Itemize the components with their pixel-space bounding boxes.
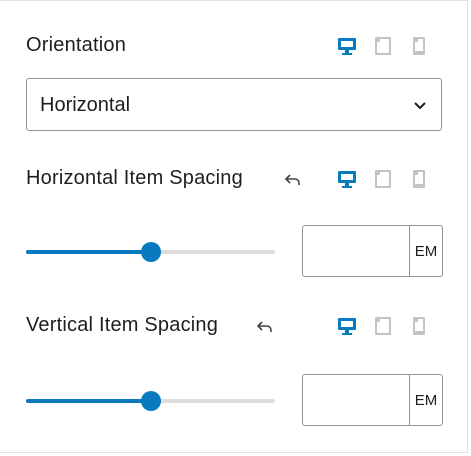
horizontal-spacing-range-row: EM xyxy=(26,225,443,279)
vertical-spacing-input[interactable] xyxy=(302,374,409,426)
orientation-label-row: Orientation xyxy=(26,31,442,61)
horizontal-spacing-slider-track[interactable] xyxy=(26,242,275,262)
desktop-icon[interactable] xyxy=(336,315,358,337)
horizontal-spacing-input[interactable] xyxy=(302,225,409,277)
horizontal-spacing-control: Horizontal Item Spacing EM xyxy=(26,164,443,279)
horizontal-spacing-slider-fill xyxy=(26,250,151,254)
orientation-select-value: Horizontal xyxy=(40,94,131,116)
orientation-device-switcher xyxy=(336,35,430,57)
horizontal-spacing-device-switcher xyxy=(336,168,430,190)
vertical-spacing-device-switcher xyxy=(336,315,430,337)
vertical-spacing-control: Vertical Item Spacing EM xyxy=(26,311,443,428)
mobile-icon[interactable] xyxy=(408,35,430,57)
vertical-spacing-label-row: Vertical Item Spacing xyxy=(26,311,442,341)
tablet-icon[interactable] xyxy=(372,35,394,57)
mobile-icon[interactable] xyxy=(408,168,430,190)
orientation-control: Orientation Horizontal xyxy=(26,31,442,131)
chevron-down-icon xyxy=(411,96,429,114)
vertical-spacing-label: Vertical Item Spacing xyxy=(26,314,219,336)
mobile-icon[interactable] xyxy=(408,315,430,337)
horizontal-spacing-label: Horizontal Item Spacing xyxy=(26,167,243,189)
tablet-icon[interactable] xyxy=(372,315,394,337)
desktop-icon[interactable] xyxy=(336,168,358,190)
vertical-spacing-slider-track[interactable] xyxy=(26,391,275,411)
vertical-spacing-slider-fill xyxy=(26,399,151,403)
horizontal-spacing-slider-thumb[interactable] xyxy=(140,242,161,262)
tablet-icon[interactable] xyxy=(372,168,394,190)
settings-panel: Orientation Horizontal Horizontal Item S… xyxy=(0,0,468,453)
vertical-spacing-slider-thumb[interactable] xyxy=(140,391,161,411)
orientation-label: Orientation xyxy=(26,34,127,56)
vertical-spacing-unit-button[interactable]: EM xyxy=(409,374,443,426)
horizontal-spacing-label-row: Horizontal Item Spacing xyxy=(26,164,442,194)
vertical-spacing-range-row: EM xyxy=(26,374,443,428)
desktop-icon[interactable] xyxy=(336,35,358,57)
horizontal-spacing-unit-button[interactable]: EM xyxy=(409,225,443,277)
undo-arrow-icon[interactable] xyxy=(284,170,302,188)
undo-arrow-icon[interactable] xyxy=(256,317,274,335)
orientation-select[interactable]: Horizontal xyxy=(26,78,442,131)
